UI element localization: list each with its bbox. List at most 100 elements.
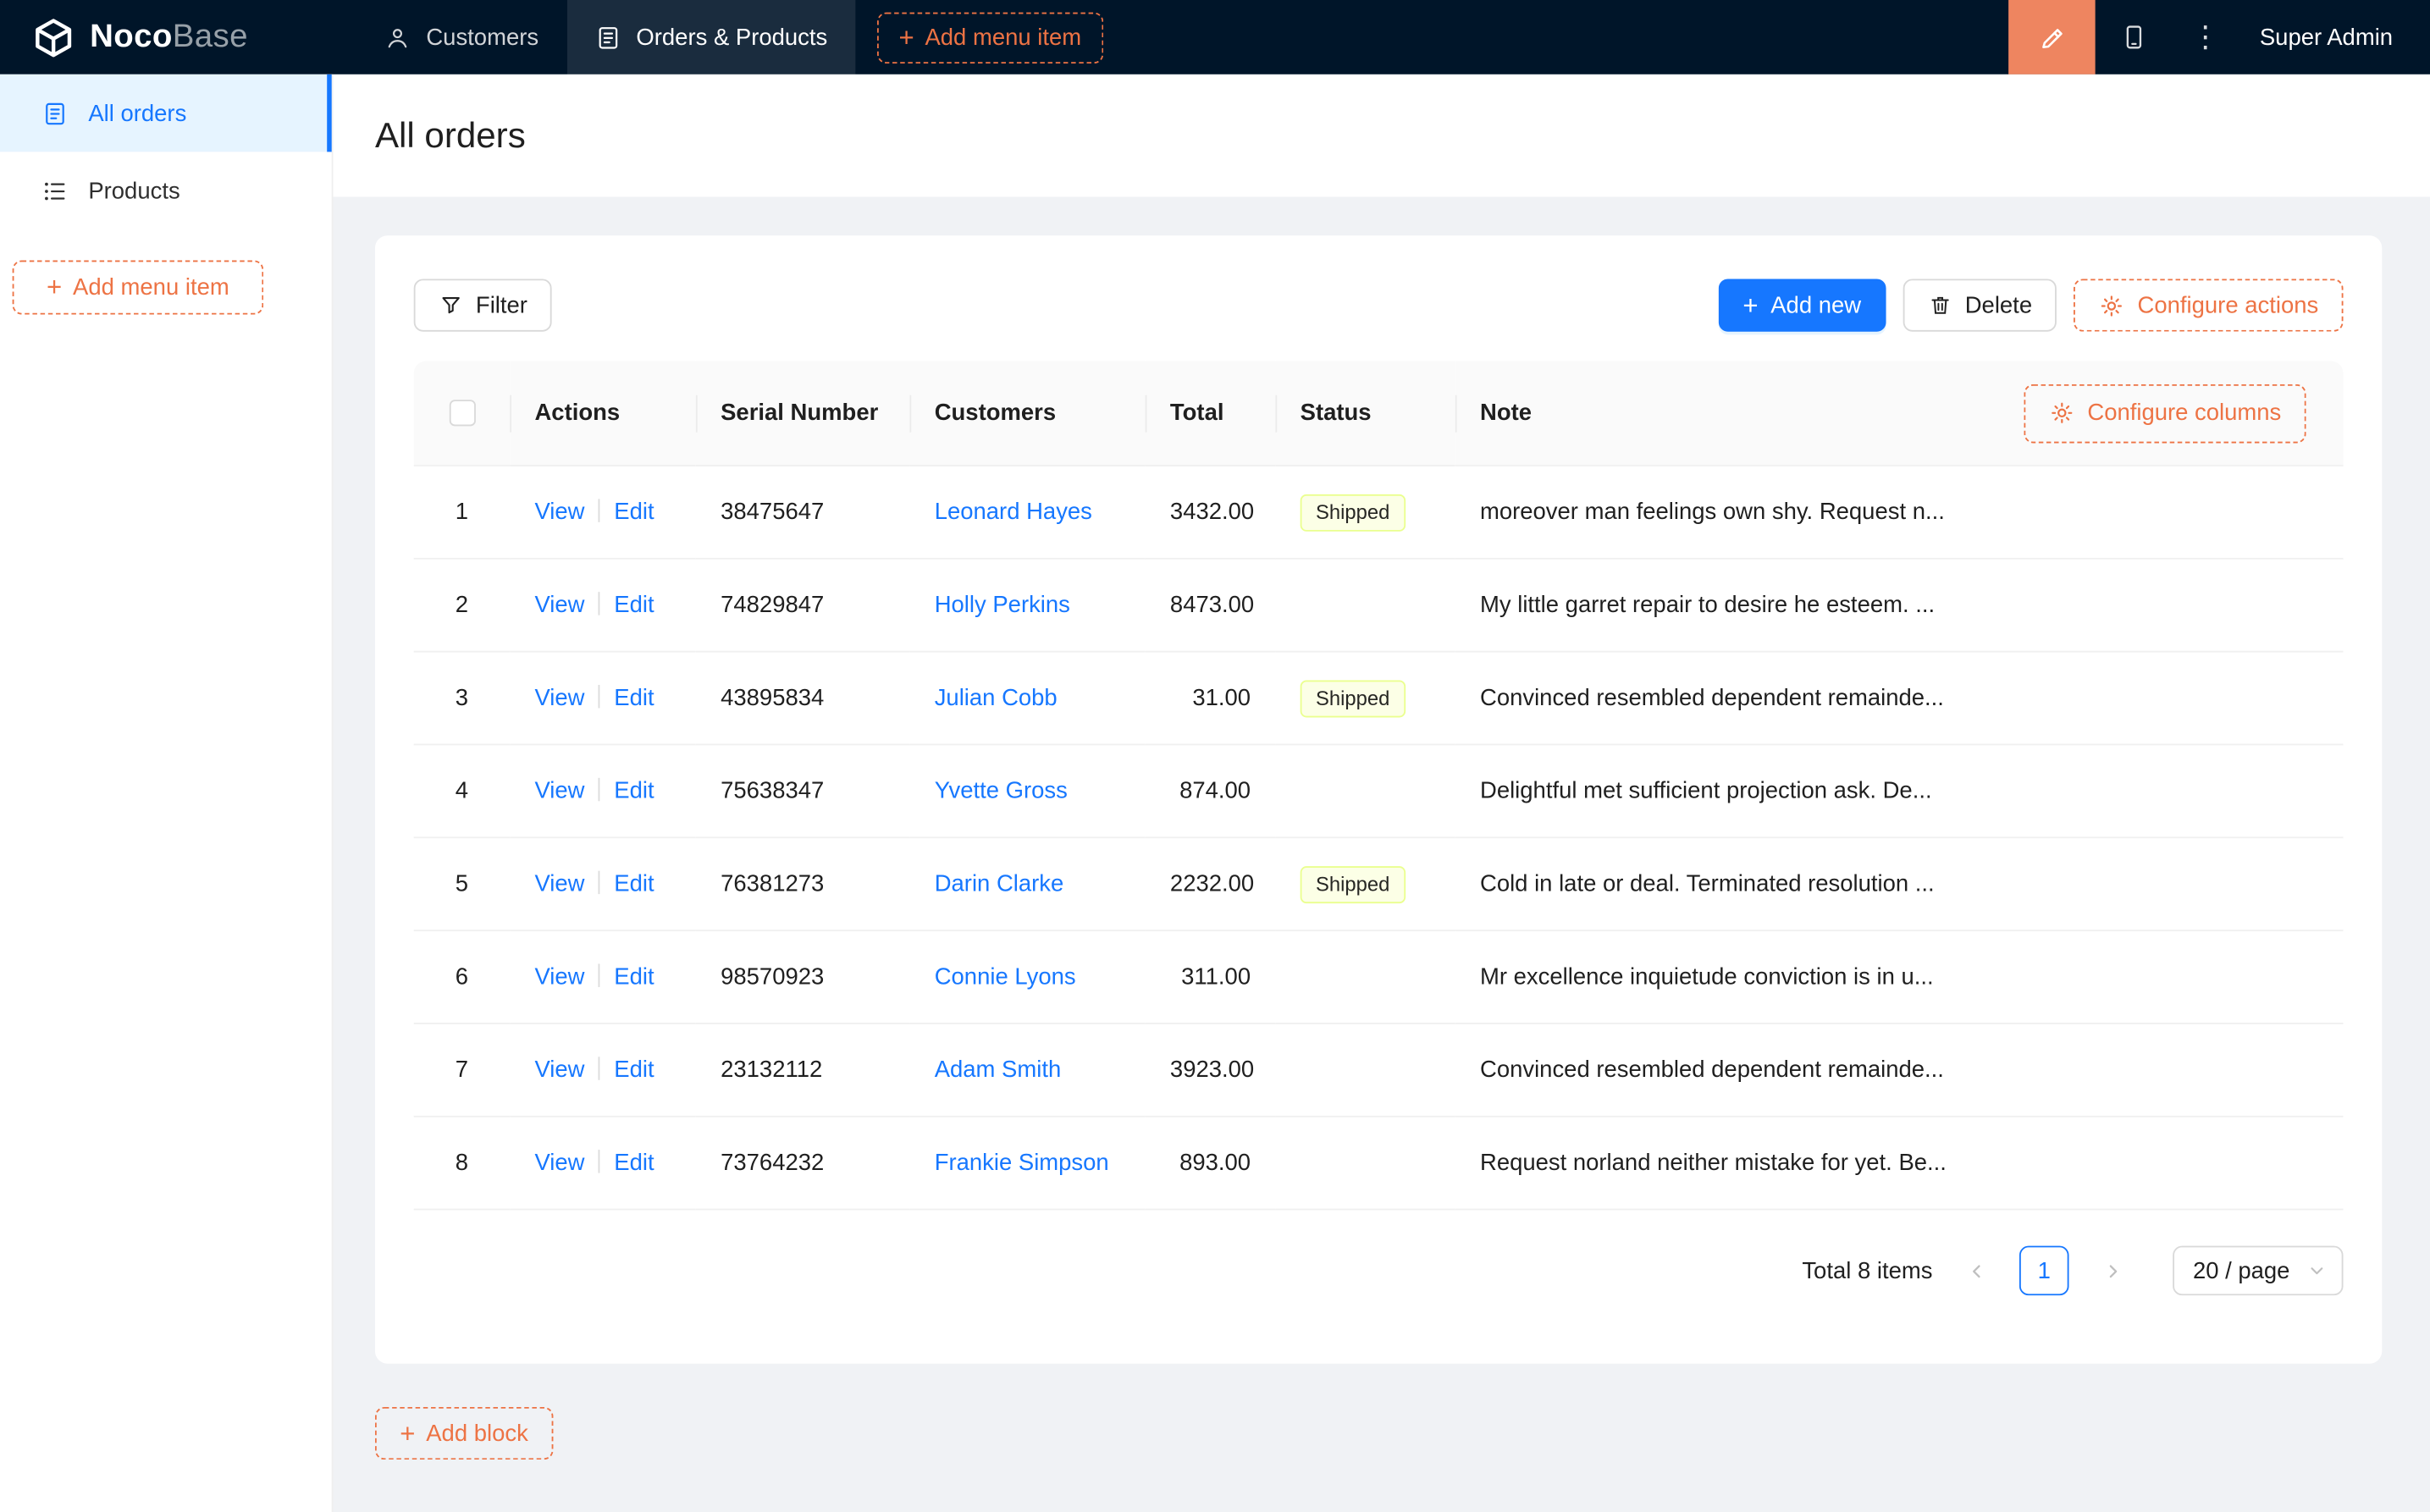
filter-button[interactable]: Filter <box>413 279 553 332</box>
edit-link[interactable]: Edit <box>614 499 654 525</box>
serial-number-cell: 98570923 <box>695 931 910 1024</box>
more-options-button[interactable]: ⋮ <box>2173 0 2238 74</box>
edit-link[interactable]: Edit <box>614 592 654 618</box>
edit-link[interactable]: Edit <box>614 963 654 990</box>
pagination-page-1[interactable]: 1 <box>2019 1245 2069 1296</box>
orders-table-card: Filter + Add new Delete Configure action… <box>374 235 2383 1364</box>
gear-icon <box>2099 292 2125 318</box>
configure-columns-button[interactable]: Configure columns <box>2024 384 2306 443</box>
plus-icon: + <box>47 273 63 302</box>
edit-link[interactable]: Edit <box>614 1150 654 1176</box>
view-link[interactable]: View <box>534 1150 584 1176</box>
edit-link[interactable]: Edit <box>614 871 654 897</box>
customer-link[interactable]: Darin Clarke <box>935 871 1064 897</box>
table-row: 1 View Edit 38475647 Leonard Hayes 3432.0… <box>413 466 2344 560</box>
view-link[interactable]: View <box>534 963 584 990</box>
edit-link[interactable]: Edit <box>614 778 654 804</box>
customer-link[interactable]: Holly Perkins <box>935 592 1070 618</box>
page-size-select[interactable]: 20 / page <box>2173 1245 2344 1296</box>
app-root: NocoBase Customers Orders & Products + A… <box>0 0 2430 1512</box>
nav-item-customers[interactable]: Customers <box>356 0 566 74</box>
column-header-customers: Customers <box>909 361 1146 466</box>
note-cell: My little garret repair to desire he est… <box>1455 560 2344 653</box>
mobile-preview-button[interactable] <box>2096 0 2173 74</box>
configure-actions-button[interactable]: Configure actions <box>2074 279 2344 332</box>
content: Filter + Add new Delete Configure action… <box>334 196 2430 1460</box>
note-cell: Cold in late or deal. Terminated resolut… <box>1455 838 2344 932</box>
plus-icon: + <box>400 1418 416 1449</box>
total-cell: 31.00 <box>1145 653 1276 746</box>
serial-number-cell: 75638347 <box>695 745 910 839</box>
add-new-button[interactable]: + Add new <box>1718 279 1886 332</box>
total-cell: 8473.00 <box>1145 560 1276 653</box>
customer-link[interactable]: Frankie Simpson <box>935 1150 1109 1176</box>
view-link[interactable]: View <box>534 1057 584 1083</box>
status-cell-empty <box>1275 1024 1455 1117</box>
note-cell: Delightful met sufficient projection ask… <box>1455 745 2344 839</box>
nav-item-label: Orders & Products <box>636 24 828 51</box>
delete-button[interactable]: Delete <box>1903 279 2057 332</box>
main-area: All orders Filter + Add new Delete Confi… <box>333 74 2430 1512</box>
column-header-total: Total <box>1145 361 1276 466</box>
customer-link[interactable]: Yvette Gross <box>935 778 1068 804</box>
ui-editor-toggle-button[interactable] <box>2008 0 2096 74</box>
orders-products-icon <box>594 24 621 50</box>
sidebar-item-label: All orders <box>88 100 187 127</box>
row-index: 8 <box>413 1117 511 1211</box>
plus-icon: + <box>898 22 914 52</box>
header-add-menu-item-label: Add menu item <box>925 24 1082 51</box>
pagination-total: Total 8 items <box>1802 1257 1933 1284</box>
customer-link[interactable]: Leonard Hayes <box>935 499 1092 525</box>
status-cell-empty <box>1275 1117 1455 1211</box>
delete-label: Delete <box>1964 292 2033 319</box>
total-cell: 3923.00 <box>1145 1024 1276 1117</box>
add-block-button[interactable]: + Add block <box>374 1406 554 1460</box>
gear-icon <box>2049 400 2075 426</box>
chevron-left-icon <box>1964 1259 1987 1282</box>
customer-link[interactable]: Adam Smith <box>935 1057 1062 1083</box>
filter-icon <box>439 293 463 317</box>
trash-icon <box>1928 293 1952 317</box>
mobile-icon <box>2120 23 2148 51</box>
user-menu[interactable]: Super Admin <box>2238 0 2430 74</box>
nocobase-logo[interactable]: NocoBase <box>0 0 356 74</box>
sidebar-add-menu-item-button[interactable]: + Add menu item <box>12 260 264 315</box>
pagination: Total 8 items 1 20 / page <box>414 1245 2344 1296</box>
action-divider <box>598 1150 600 1173</box>
serial-number-cell: 43895834 <box>695 653 910 746</box>
pagination-next-button[interactable] <box>2089 1246 2135 1296</box>
sidebar-item-all-orders[interactable]: All orders <box>0 74 332 152</box>
serial-number-cell: 38475647 <box>695 466 910 560</box>
action-divider <box>598 1057 600 1080</box>
total-cell: 311.00 <box>1145 931 1276 1024</box>
header-add-menu-item-button[interactable]: + Add menu item <box>876 11 1103 63</box>
view-link[interactable]: View <box>534 592 584 618</box>
table-row: 4 View Edit 75638347 Yvette Gross 874.00 … <box>413 745 2344 839</box>
table-toolbar: Filter + Add new Delete Configure action… <box>413 279 2344 332</box>
row-index: 3 <box>413 653 511 746</box>
table-row: 3 View Edit 43895834 Julian Cobb 31.00 Sh… <box>413 653 2344 746</box>
nav-item-orders-products[interactable]: Orders & Products <box>566 0 856 74</box>
row-index: 1 <box>413 466 511 560</box>
view-link[interactable]: View <box>534 685 584 711</box>
table-row: 8 View Edit 73764232 Frankie Simpson 893.… <box>413 1117 2344 1211</box>
row-index: 4 <box>413 745 511 839</box>
logo-text: NocoBase <box>90 19 248 56</box>
view-link[interactable]: View <box>534 871 584 897</box>
edit-link[interactable]: Edit <box>614 1057 654 1083</box>
filter-label: Filter <box>475 292 527 319</box>
view-link[interactable]: View <box>534 499 584 525</box>
pagination-prev-button[interactable] <box>1952 1246 1999 1296</box>
highlighter-pen-icon <box>2037 23 2067 52</box>
serial-number-cell: 76381273 <box>695 838 910 932</box>
action-divider <box>598 963 600 987</box>
view-link[interactable]: View <box>534 778 584 804</box>
sidebar-item-products[interactable]: Products <box>0 152 332 229</box>
customer-link[interactable]: Julian Cobb <box>935 685 1058 711</box>
customer-link[interactable]: Connie Lyons <box>935 963 1076 990</box>
select-all-checkbox[interactable] <box>448 400 476 427</box>
status-tag: Shipped <box>1300 493 1406 531</box>
edit-link[interactable]: Edit <box>614 685 654 711</box>
chevron-right-icon <box>2101 1259 2123 1282</box>
status-tag: Shipped <box>1300 679 1406 717</box>
